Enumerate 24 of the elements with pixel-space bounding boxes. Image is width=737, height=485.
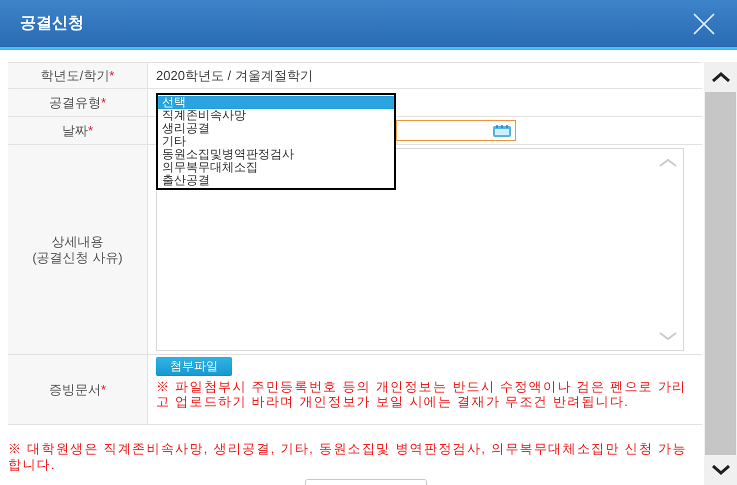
dropdown-option[interactable]: 생리공결 — [158, 122, 394, 135]
scroll-down-icon[interactable] — [710, 465, 730, 475]
scroll-up-icon[interactable] — [710, 72, 730, 82]
field-label: 상세내용 (공결신청 사유) — [32, 234, 123, 266]
warning-text: ※ 파일첨부시 주민등록번호 등의 개인정보는 반드시 수정액이나 검은 펜으로 가리고 업로드하기 바라며 개인정보가 보일 시에는 결재가 무조건 반려됩니다. — [156, 379, 688, 409]
button[interactable] — [305, 479, 427, 485]
field-label: 공결유형* — [48, 94, 106, 110]
calendar-icon[interactable] — [492, 124, 512, 138]
dropdown-option[interactable]: 직계존비속사망 — [158, 109, 394, 122]
date-field[interactable] — [396, 120, 516, 141]
dropdown-option[interactable]: 기타 — [158, 135, 394, 148]
text-area[interactable] — [156, 148, 684, 351]
field-label: 날짜* — [62, 122, 94, 138]
field-label: 학년도/학기* — [40, 68, 114, 84]
notice-text: ※ 대학원생은 직계존비속사망, 생리공결, 기타, 동원소집및 병역판정검사, 의무복무대체소집만 신청 가능합니다. — [8, 441, 688, 473]
field-label: 증빙문서* — [48, 382, 106, 398]
dialog-title: 공결신청 — [20, 14, 84, 34]
close-icon — [692, 12, 716, 36]
dropdown-option[interactable]: 동원소집및병역판정검사 — [158, 148, 394, 161]
close-button[interactable] — [691, 10, 717, 36]
scrollbar-thumb[interactable] — [705, 92, 736, 455]
dropdown-option[interactable]: 의무복무대체소집 — [158, 161, 394, 174]
field-value: 2020학년도 / 겨울계절학기 — [156, 66, 313, 85]
dropdown-option[interactable]: 출산공결 — [158, 174, 394, 187]
